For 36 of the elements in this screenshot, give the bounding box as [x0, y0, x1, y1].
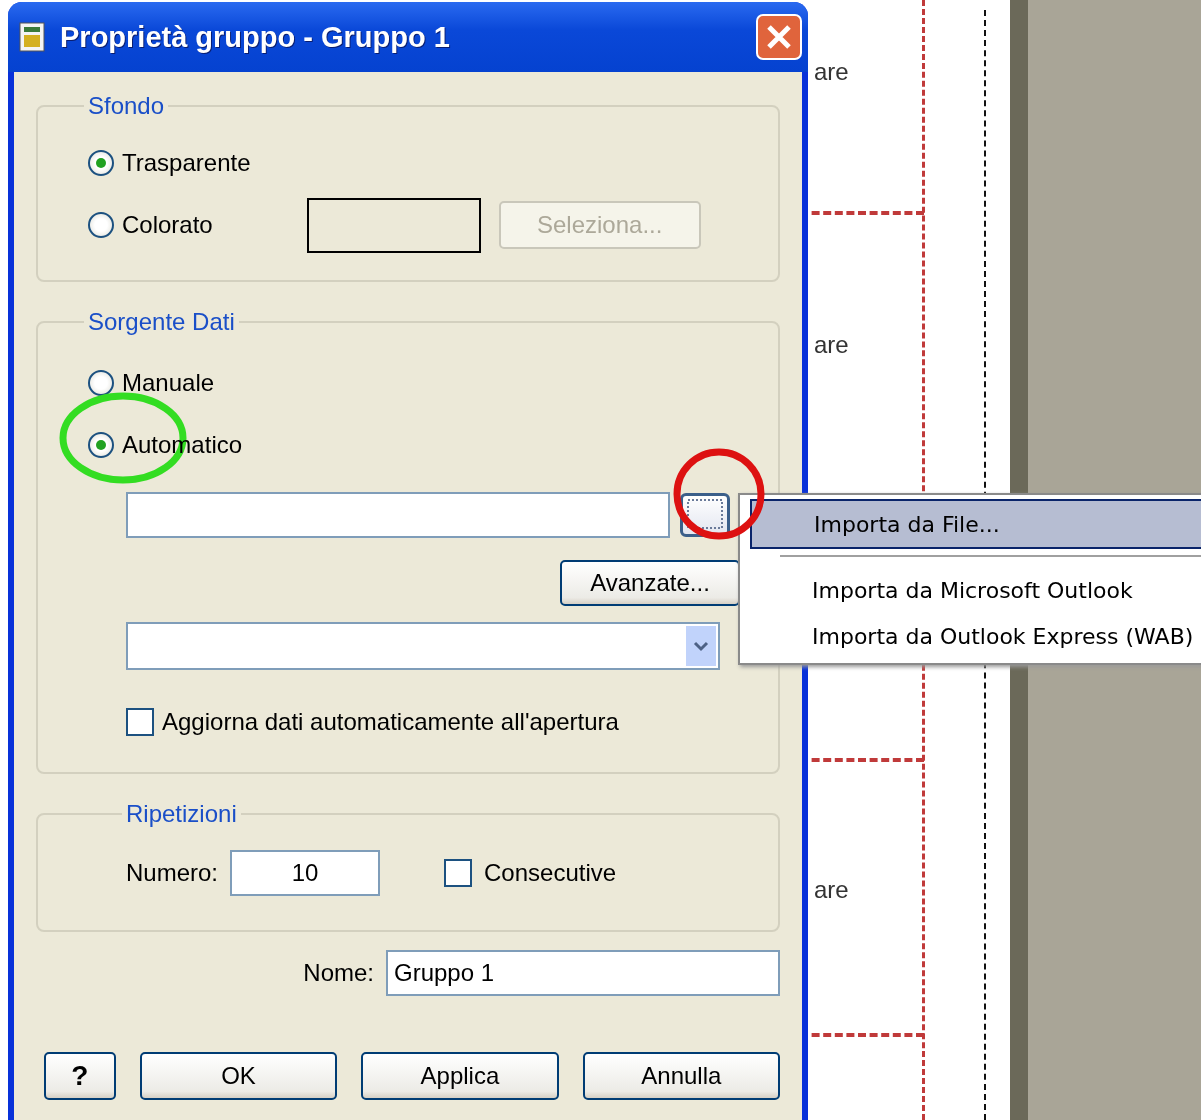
dialog-button[interactable]: OK — [139, 1052, 338, 1100]
radio-label[interactable]: Colorato — [122, 211, 213, 239]
group-title: Ripetizioni — [125, 800, 238, 828]
window-title: Proprietà gruppo - Gruppo 1 — [60, 20, 451, 54]
document-text: are — [814, 876, 849, 904]
advanced-button[interactable]: Avanzate... — [560, 560, 740, 606]
window-icon — [18, 21, 48, 53]
document-text: are — [814, 58, 849, 86]
chevron-down-icon — [693, 640, 709, 652]
dotted-frame-icon — [685, 496, 725, 531]
dialog-button[interactable]: Applica — [361, 1052, 559, 1100]
radio-button[interactable] — [88, 150, 114, 176]
close-icon[interactable] — [756, 14, 802, 60]
field-label: Nome: — [303, 959, 374, 987]
file-path-field[interactable] — [126, 492, 670, 538]
checkbox-label[interactable]: Aggiorna dati automaticamente all'apertura — [162, 708, 619, 736]
checkbox[interactable] — [444, 859, 473, 887]
radio-label[interactable]: Trasparente — [122, 149, 251, 177]
group-title: Sorgente Dati — [87, 308, 236, 336]
field-label: Numero: — [126, 859, 219, 887]
checkbox-label[interactable]: Consecutive — [484, 859, 617, 887]
document-text: are — [814, 331, 849, 359]
radio-label[interactable]: Manuale — [122, 369, 215, 397]
radio-button[interactable] — [88, 370, 114, 396]
menu-item[interactable]: Importa da File... — [750, 499, 1201, 549]
dropdown[interactable] — [126, 622, 720, 670]
dialog-button[interactable]: Annulla — [582, 1052, 780, 1100]
radio-button[interactable] — [88, 212, 114, 238]
radio-button[interactable] — [88, 432, 114, 458]
group-title: Sfondo — [87, 92, 166, 120]
name-field[interactable]: Gruppo 1 — [386, 950, 780, 996]
checkbox[interactable] — [126, 708, 154, 736]
number-field[interactable]: 10 — [230, 850, 381, 896]
menu-item[interactable]: Importa da Microsoft Outlook — [750, 567, 1201, 613]
menu-item[interactable]: Importa da Outlook Express (WAB) — [750, 613, 1201, 659]
help-button[interactable]: ? — [44, 1052, 116, 1100]
